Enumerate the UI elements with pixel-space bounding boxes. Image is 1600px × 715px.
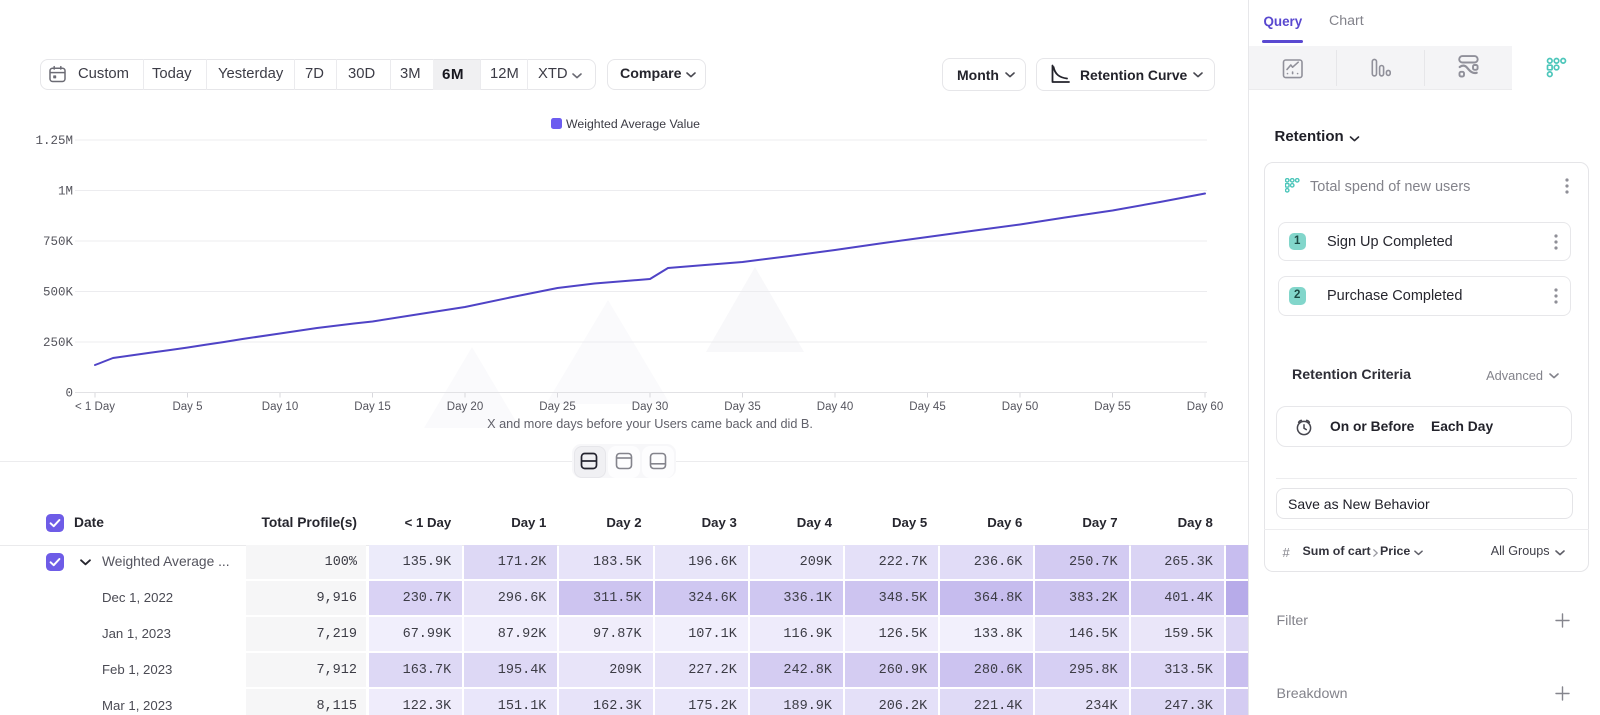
svg-text:250K: 250K: [43, 336, 74, 350]
svg-text:Day 45: Day 45: [909, 401, 945, 413]
svg-text:Day 35: Day 35: [724, 401, 760, 413]
svg-text:750K: 750K: [43, 235, 74, 249]
svg-text:1.25M: 1.25M: [35, 134, 73, 148]
svg-text:Day 20: Day 20: [447, 401, 483, 413]
svg-text:1M: 1M: [58, 185, 73, 199]
svg-text:Day 15: Day 15: [354, 401, 390, 413]
svg-text:Day 10: Day 10: [262, 401, 298, 413]
svg-text:Day 25: Day 25: [539, 401, 575, 413]
svg-text:Day 30: Day 30: [632, 401, 668, 413]
svg-text:< 1 Day: < 1 Day: [75, 401, 115, 413]
svg-text:Day 55: Day 55: [1094, 401, 1130, 413]
svg-text:500K: 500K: [43, 286, 74, 300]
svg-text:Day 5: Day 5: [172, 401, 202, 413]
svg-text:Day 50: Day 50: [1002, 401, 1038, 413]
svg-text:0: 0: [65, 387, 73, 401]
svg-text:Day 60: Day 60: [1187, 401, 1223, 413]
svg-text:Day 40: Day 40: [817, 401, 853, 413]
